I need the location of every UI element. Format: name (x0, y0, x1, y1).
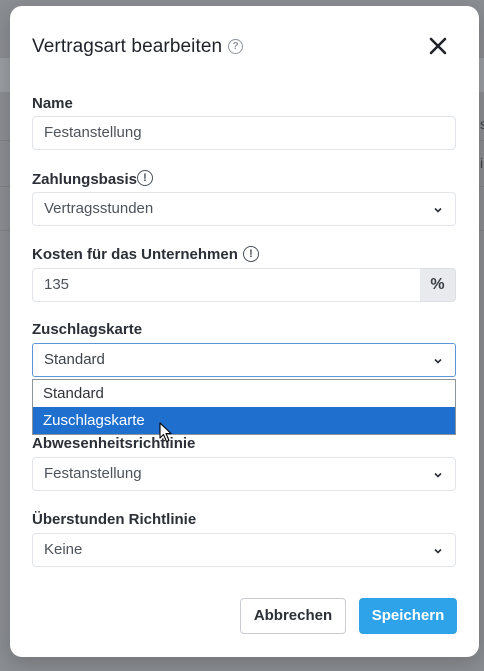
zahlungsbasis-value: Vertragsstunden (44, 200, 154, 217)
zahlungsbasis-label: Zahlungsbasis (32, 171, 138, 188)
percent-unit-badge: % (420, 268, 456, 302)
chevron-down-icon (434, 548, 442, 554)
name-label: Name (32, 95, 73, 112)
save-button[interactable]: Speichern (359, 598, 457, 634)
info-icon[interactable]: ! (243, 246, 259, 262)
dropdown-option-standard[interactable]: Standard (33, 380, 455, 407)
chevron-down-icon (434, 207, 442, 213)
kosten-label: Kosten für das Unternehmen (32, 246, 238, 263)
name-input[interactable]: Festanstellung (32, 116, 456, 150)
mouse-pointer-icon (159, 422, 172, 443)
info-icon[interactable]: ! (137, 170, 153, 186)
background-text-fragment: s (480, 116, 484, 132)
ueberstunden-value: Keine (44, 541, 83, 558)
close-icon[interactable] (427, 35, 449, 57)
zuschlagskarte-select[interactable]: Standard (32, 343, 456, 377)
abwesenheit-value: Festanstellung (44, 465, 142, 482)
cancel-button[interactable]: Abbrechen (240, 598, 346, 634)
abwesenheit-select[interactable]: Festanstellung (32, 457, 456, 491)
zahlungsbasis-select[interactable]: Vertragsstunden (32, 192, 456, 226)
background-text-fragment: i (480, 155, 484, 171)
kosten-input[interactable]: 135 (32, 268, 421, 302)
chevron-down-icon (434, 472, 442, 478)
ueberstunden-label: Überstunden Richtlinie (32, 511, 197, 528)
zuschlagskarte-value: Standard (44, 351, 105, 368)
dialog-title: Vertragsart bearbeiten (32, 36, 223, 57)
edit-contract-type-dialog: Vertragsart bearbeiten ? Name Festanstel… (10, 6, 479, 657)
help-icon[interactable]: ? (228, 39, 243, 54)
zuschlagskarte-dropdown-list: Standard Zuschlagskarte (32, 379, 456, 435)
chevron-down-icon (434, 358, 442, 364)
ueberstunden-select[interactable]: Keine (32, 533, 456, 567)
zuschlagskarte-label: Zuschlagskarte (32, 321, 143, 338)
dropdown-option-zuschlagskarte[interactable]: Zuschlagskarte (33, 407, 455, 434)
